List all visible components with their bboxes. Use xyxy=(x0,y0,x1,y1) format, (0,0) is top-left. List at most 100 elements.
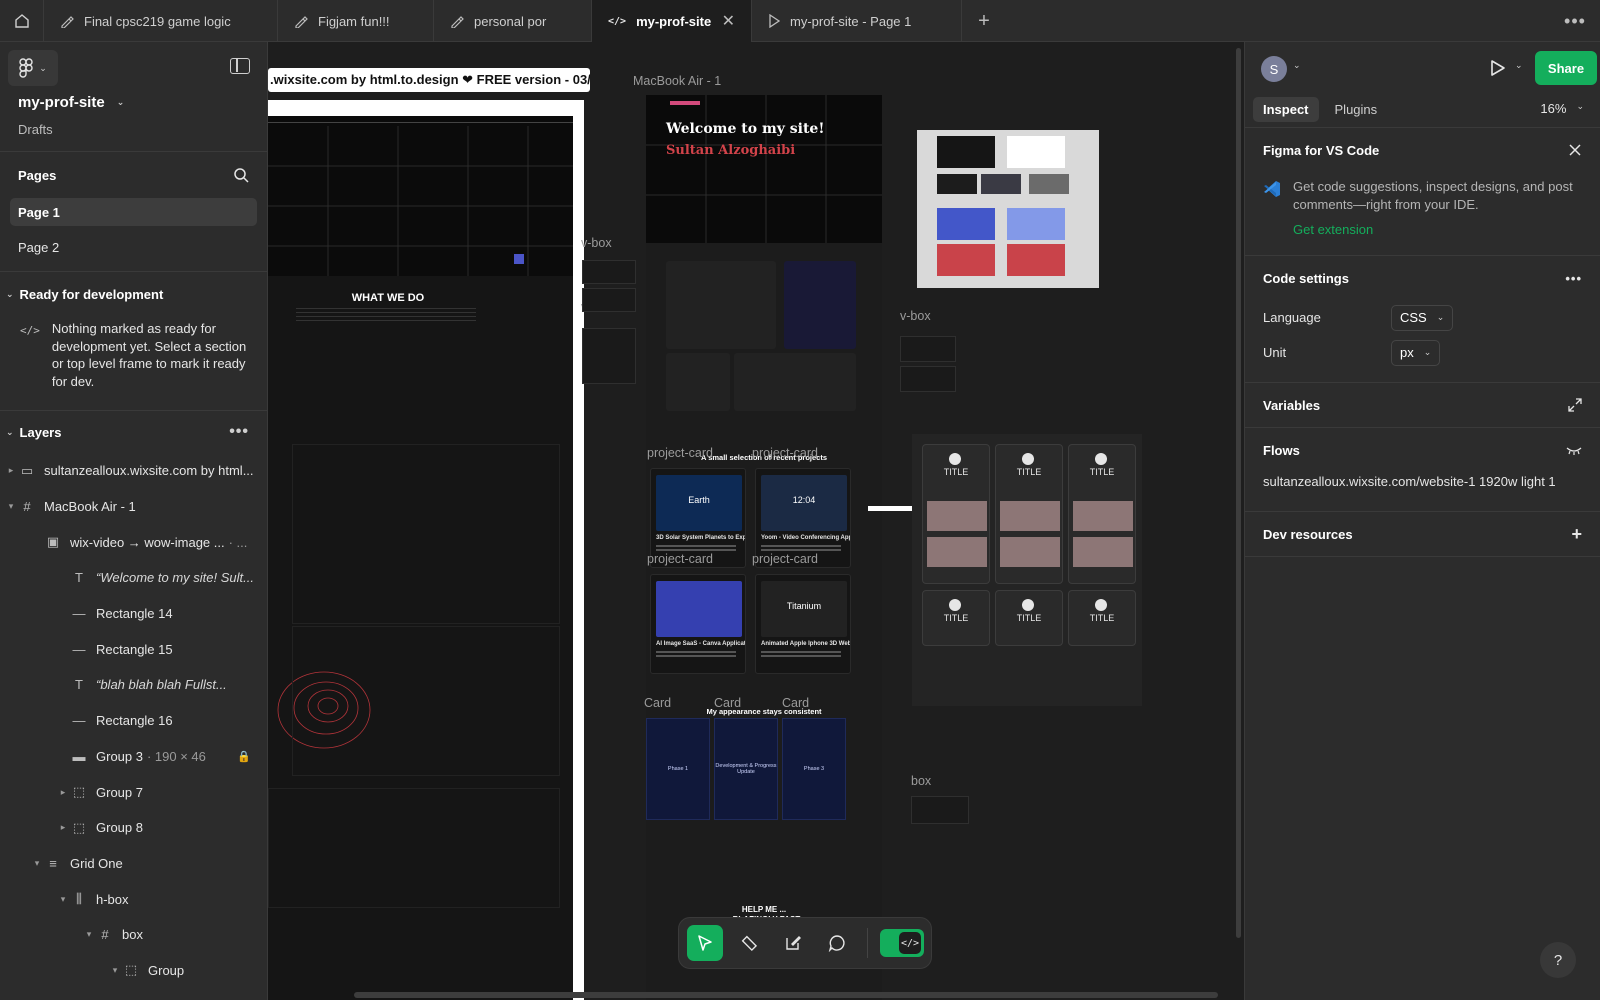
avatar[interactable]: S xyxy=(1261,56,1287,82)
box-frame[interactable] xyxy=(911,796,969,824)
phase-card[interactable]: Development & Progress Update xyxy=(714,718,778,820)
project-card[interactable]: Titanium Animated Apple Iphone 3D Website xyxy=(755,574,851,674)
frame-label-macbook[interactable]: MacBook Air - 1 xyxy=(633,74,721,88)
ready-for-dev-header[interactable]: ⌄ Ready for development xyxy=(0,272,267,316)
language-select[interactable]: CSS ⌄ xyxy=(1391,304,1454,331)
layers-more-icon[interactable]: ••• xyxy=(229,423,249,441)
caret-icon[interactable]: ▾ xyxy=(4,501,18,512)
caret-icon[interactable]: ▾ xyxy=(56,894,70,905)
page-item-page-1[interactable]: Page 1 xyxy=(10,198,257,226)
layer-row[interactable]: ▾ # MacBook Air - 1 xyxy=(0,489,267,525)
vbox-frame[interactable] xyxy=(582,260,636,284)
title-card[interactable]: TITLE xyxy=(922,590,990,646)
flow-item[interactable]: sultanzealloux.wixsite.com/website-1 192… xyxy=(1245,472,1600,511)
layer-row[interactable]: ▾ # box xyxy=(0,917,267,953)
frame-label-vbox[interactable]: v-box xyxy=(581,236,612,250)
layer-row[interactable]: — Rectangle 15 xyxy=(0,631,267,667)
caret-icon[interactable]: ▸ xyxy=(56,787,70,798)
home-button[interactable] xyxy=(0,0,44,42)
color-swatch[interactable] xyxy=(1029,174,1069,194)
add-icon[interactable]: + xyxy=(1571,524,1582,545)
frame-label-project-card[interactable]: project-card xyxy=(647,552,713,566)
tab-inspect[interactable]: Inspect xyxy=(1253,97,1319,122)
layer-row[interactable]: T “blah blah blah Fullst... xyxy=(0,667,267,703)
layer-row[interactable]: — Rectangle 16 xyxy=(0,703,267,739)
layer-row[interactable]: ▸ ⬚ Group 7 xyxy=(0,774,267,810)
layer-row[interactable]: ▾ ≡ Grid One xyxy=(0,846,267,882)
caret-icon[interactable]: ▸ xyxy=(56,822,70,833)
frame-label-card[interactable]: Card xyxy=(714,696,741,710)
unit-select[interactable]: px ⌄ xyxy=(1391,339,1441,366)
phase-card[interactable]: Phase 3 xyxy=(782,718,846,820)
tab-5[interactable]: my-prof-site - Page 1 xyxy=(752,0,962,42)
close-icon[interactable]: ✕ xyxy=(722,11,735,31)
title-card[interactable]: TITLE xyxy=(922,444,990,584)
layer-row[interactable]: ▾ ⬚ Group xyxy=(0,953,267,989)
color-swatch[interactable] xyxy=(937,136,995,168)
layer-row[interactable]: ▸ ⬚ Group 8 xyxy=(0,810,267,846)
code-settings-more-icon[interactable]: ••• xyxy=(1565,271,1582,286)
layer-row[interactable]: ▣ wix-video → wow-image ... · ... xyxy=(0,524,267,560)
frame-label-project-card[interactable]: project-card xyxy=(752,552,818,566)
color-swatch[interactable] xyxy=(1007,244,1065,276)
frame-label-project-card[interactable]: project-card xyxy=(647,446,713,460)
project-card[interactable]: AI Image SaaS - Canva Application xyxy=(650,574,746,674)
vbox-frame[interactable] xyxy=(582,328,636,384)
tab-plugins[interactable]: Plugins xyxy=(1325,97,1388,122)
imported-site-frame[interactable]: WHAT WE DO xyxy=(268,100,584,1000)
caret-icon[interactable]: ▾ xyxy=(82,929,96,940)
color-swatch[interactable] xyxy=(937,244,995,276)
color-swatch[interactable] xyxy=(937,174,977,194)
search-icon[interactable] xyxy=(233,167,249,183)
color-swatch-frame[interactable] xyxy=(917,130,1099,288)
annotate-tool-button[interactable] xyxy=(775,925,811,961)
tab-4[interactable]: </> my-prof-site ✕ xyxy=(592,0,752,42)
color-swatch[interactable] xyxy=(1007,136,1065,168)
main-menu-button[interactable]: ⌄ xyxy=(8,50,58,86)
layer-row[interactable]: — Rectangle 14 xyxy=(0,596,267,632)
vbox-frame[interactable] xyxy=(900,336,956,362)
dev-mode-toggle[interactable]: </> xyxy=(880,929,924,957)
file-name[interactable]: my-prof-site ⌄ xyxy=(18,94,124,111)
comment-tool-button[interactable] xyxy=(819,925,855,961)
frame-label-box[interactable]: box xyxy=(911,774,931,788)
tab-1[interactable]: Final cpsc219 game logic xyxy=(44,0,278,42)
color-swatch[interactable] xyxy=(1007,208,1065,240)
canvas[interactable]: .wixsite.com by html.to.design ❤ FREE ve… xyxy=(268,42,1244,1000)
vbox-frame[interactable] xyxy=(900,366,956,392)
hide-icon[interactable] xyxy=(1566,444,1582,456)
layer-row[interactable]: T “Welcome to my site! Sult... xyxy=(0,560,267,596)
more-menu-icon[interactable]: ••• xyxy=(1550,0,1600,42)
close-icon[interactable] xyxy=(1568,143,1582,157)
frame-label-card[interactable]: Card xyxy=(782,696,809,710)
new-tab-button[interactable]: + xyxy=(962,0,1006,42)
caret-icon[interactable]: ▾ xyxy=(108,965,122,976)
expand-icon[interactable] xyxy=(1568,398,1582,412)
layer-row[interactable]: ▾ ⫼ h-box xyxy=(0,881,267,917)
frame-label-project-card[interactable]: project-card xyxy=(752,446,818,460)
frame-label-vbox[interactable]: v-box xyxy=(900,309,931,323)
caret-icon[interactable]: ▸ xyxy=(4,465,18,476)
lock-icon[interactable]: 🔒 xyxy=(237,750,251,763)
share-button[interactable]: Share xyxy=(1535,51,1597,85)
page-item-page-2[interactable]: Page 2 xyxy=(10,233,257,261)
help-button[interactable]: ? xyxy=(1540,942,1576,978)
vertical-scrollbar[interactable] xyxy=(1236,48,1241,938)
tab-2[interactable]: Figjam fun!!! xyxy=(278,0,434,42)
chevron-down-icon[interactable]: ⌄ xyxy=(6,427,14,438)
title-grid-frame[interactable]: TITLE TITLE TITLE TITLE TITLE TITLE xyxy=(912,434,1142,706)
tab-3[interactable]: personal por xyxy=(434,0,592,42)
layer-row[interactable]: ▸ ▭ sultanzealloux.wixsite.com by html... xyxy=(0,453,267,489)
play-icon[interactable] xyxy=(1485,56,1509,80)
imported-frame-title[interactable]: .wixsite.com by html.to.design ❤ FREE ve… xyxy=(268,68,590,92)
title-card[interactable]: TITLE xyxy=(1068,444,1136,584)
vbox-frame[interactable] xyxy=(582,288,636,312)
chevron-down-icon[interactable]: ⌄ xyxy=(1293,60,1301,71)
color-swatch[interactable] xyxy=(981,174,1021,194)
chevron-down-icon[interactable]: ⌄ xyxy=(1515,60,1523,71)
color-swatch[interactable] xyxy=(937,208,995,240)
title-card[interactable]: TITLE xyxy=(1068,590,1136,646)
frame-label-card[interactable]: Card xyxy=(644,696,671,710)
title-card[interactable]: TITLE xyxy=(995,444,1063,584)
caret-icon[interactable]: ▾ xyxy=(30,858,44,869)
